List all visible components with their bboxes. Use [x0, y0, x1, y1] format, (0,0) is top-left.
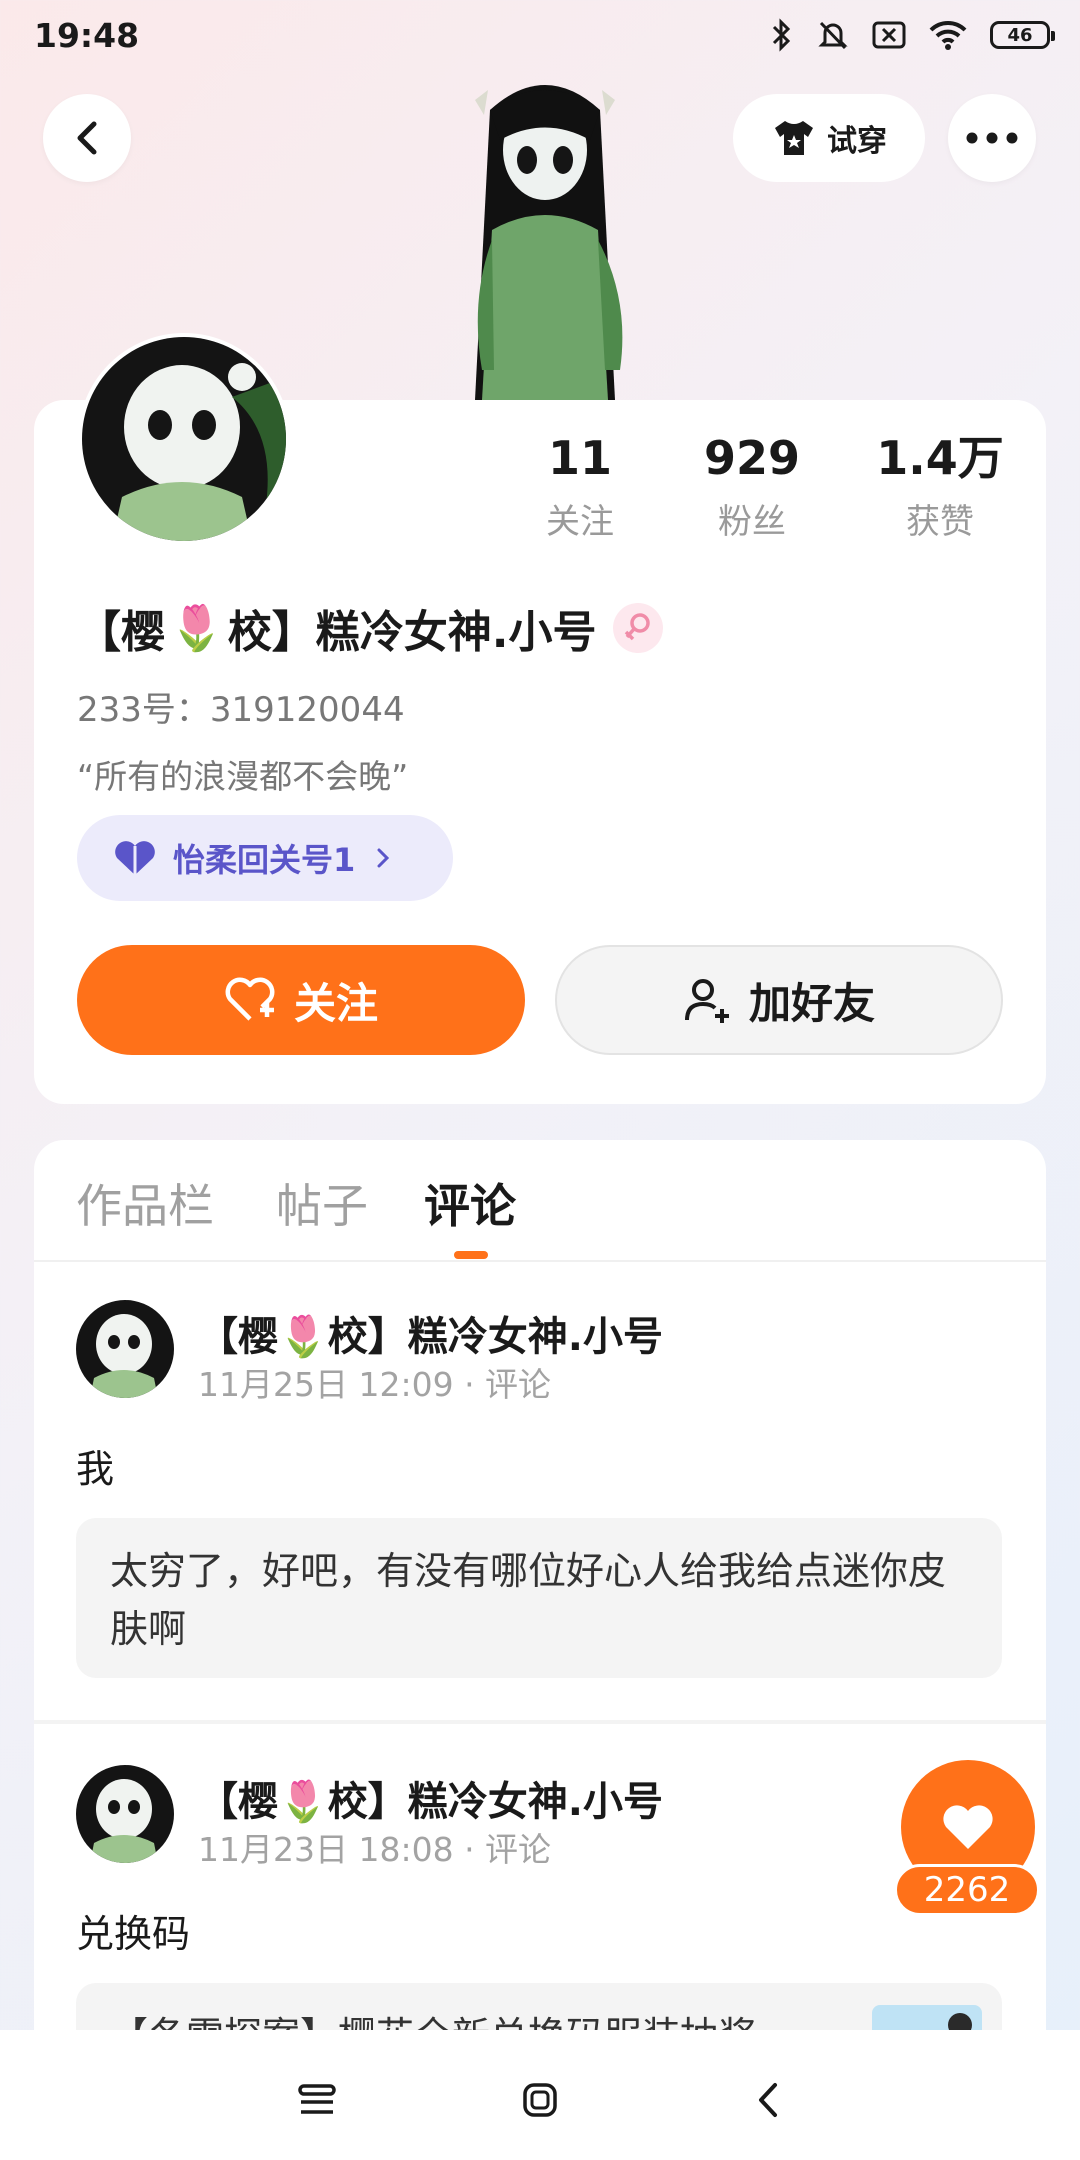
profile-avatar[interactable] — [78, 333, 290, 545]
comment-meta: 11月25日 12:09 · 评论 — [198, 1365, 552, 1404]
more-button[interactable] — [948, 94, 1036, 182]
avatar-image — [82, 337, 286, 541]
nav-home-button[interactable] — [510, 2070, 570, 2130]
try-on-label: 试穿 — [827, 124, 887, 159]
wifi-icon — [929, 20, 967, 50]
content-card: 作品栏 帖子 评论 【樱🌷校】糕冷女神.小号 11月25日 12:09 · 评论… — [34, 1140, 1046, 2160]
quoted-post[interactable]: 太穷了，好吧，有没有哪位好心人给我给点迷你皮肤啊 — [76, 1518, 1002, 1678]
stat-likes-label: 获赞 — [906, 502, 974, 542]
status-time: 19:48 — [34, 16, 140, 55]
try-on-button[interactable]: 试穿 — [733, 94, 925, 182]
gender-badge — [612, 603, 663, 653]
comment-text: 我 — [76, 1447, 115, 1491]
stat-likes-value: 1.4万 — [876, 431, 1004, 485]
avatar-image — [76, 1300, 174, 1398]
bell-muted-icon — [818, 21, 848, 50]
back-icon — [759, 2083, 777, 2117]
back-button[interactable] — [43, 94, 131, 182]
battery-level: 46 — [1007, 24, 1033, 46]
tab-indicator — [454, 1251, 488, 1259]
tag-pill[interactable]: 怡柔回关号1 — [77, 815, 453, 901]
tab-comments[interactable]: 评论 — [424, 1170, 516, 1236]
sim-off-icon — [872, 21, 906, 49]
stat-following-value: 11 — [547, 431, 612, 485]
comment-avatar[interactable] — [76, 1300, 174, 1398]
stat-following[interactable]: 11 关注 — [500, 430, 660, 543]
comment-author[interactable]: 【樱🌷校】糕冷女神.小号 — [198, 1304, 663, 1362]
profile-stats: 11 关注 929 粉丝 1.4万 获赞 — [500, 430, 1020, 543]
back-arrow-icon — [77, 121, 97, 155]
heart-hands-icon — [115, 841, 155, 875]
tshirt-icon — [775, 121, 813, 155]
stat-followers[interactable]: 929 粉丝 — [672, 430, 832, 543]
user-bio: “所有的浪漫都不会晚” — [77, 757, 409, 796]
tab-bar: 作品栏 帖子 评论 — [34, 1140, 1046, 1262]
comment-meta: 11月23日 18:08 · 评论 — [198, 1830, 552, 1869]
tab-works[interactable]: 作品栏 — [76, 1170, 214, 1236]
status-bar: 19:48 46 — [0, 0, 1080, 76]
system-nav-bar — [0, 2030, 1080, 2160]
add-user-icon — [684, 979, 729, 1023]
comment-text: 兑换码 — [76, 1912, 191, 1956]
tag-label: 怡柔回关号1 — [173, 841, 356, 879]
username-prefix: 【樱 — [77, 607, 165, 658]
nav-back-button[interactable] — [738, 2070, 798, 2130]
female-icon — [624, 613, 650, 641]
username-flower: 🌷 — [169, 603, 224, 654]
like-count: 2262 — [894, 1864, 1040, 1916]
follow-label: 关注 — [293, 978, 378, 1028]
menu-icon — [298, 2084, 336, 2114]
comment-avatar[interactable] — [76, 1765, 174, 1863]
status-icons: 46 — [770, 18, 1055, 52]
username-suffix: 校】糕冷女神.小号 — [227, 607, 597, 658]
avatar-image — [76, 1765, 174, 1863]
divider — [34, 1720, 1046, 1724]
home-icon — [523, 2083, 557, 2117]
nav-menu-button[interactable] — [287, 2070, 347, 2130]
heart-icon — [943, 1805, 993, 1849]
tab-posts[interactable]: 帖子 — [276, 1170, 368, 1236]
add-friend-button[interactable]: 加好友 — [555, 945, 1003, 1055]
character-banner-image — [475, 85, 623, 400]
profile-username: 【樱 🌷 校】糕冷女神.小号 — [77, 596, 663, 660]
stat-likes[interactable]: 1.4万 获赞 — [860, 430, 1020, 543]
add-friend-label: 加好友 — [748, 978, 875, 1028]
more-dots-icon — [966, 132, 1018, 144]
bluetooth-icon — [772, 18, 791, 52]
battery-icon: 46 — [990, 21, 1055, 49]
heart-plus-icon — [225, 977, 275, 1021]
stat-followers-label: 粉丝 — [718, 502, 786, 542]
stat-following-label: 关注 — [546, 502, 614, 542]
user-id: 233号：319120044 — [77, 690, 405, 730]
chevron-right-icon — [377, 848, 390, 868]
follow-button[interactable]: 关注 — [77, 945, 525, 1055]
stat-followers-value: 929 — [703, 431, 801, 485]
comment-author[interactable]: 【樱🌷校】糕冷女神.小号 — [198, 1769, 663, 1827]
